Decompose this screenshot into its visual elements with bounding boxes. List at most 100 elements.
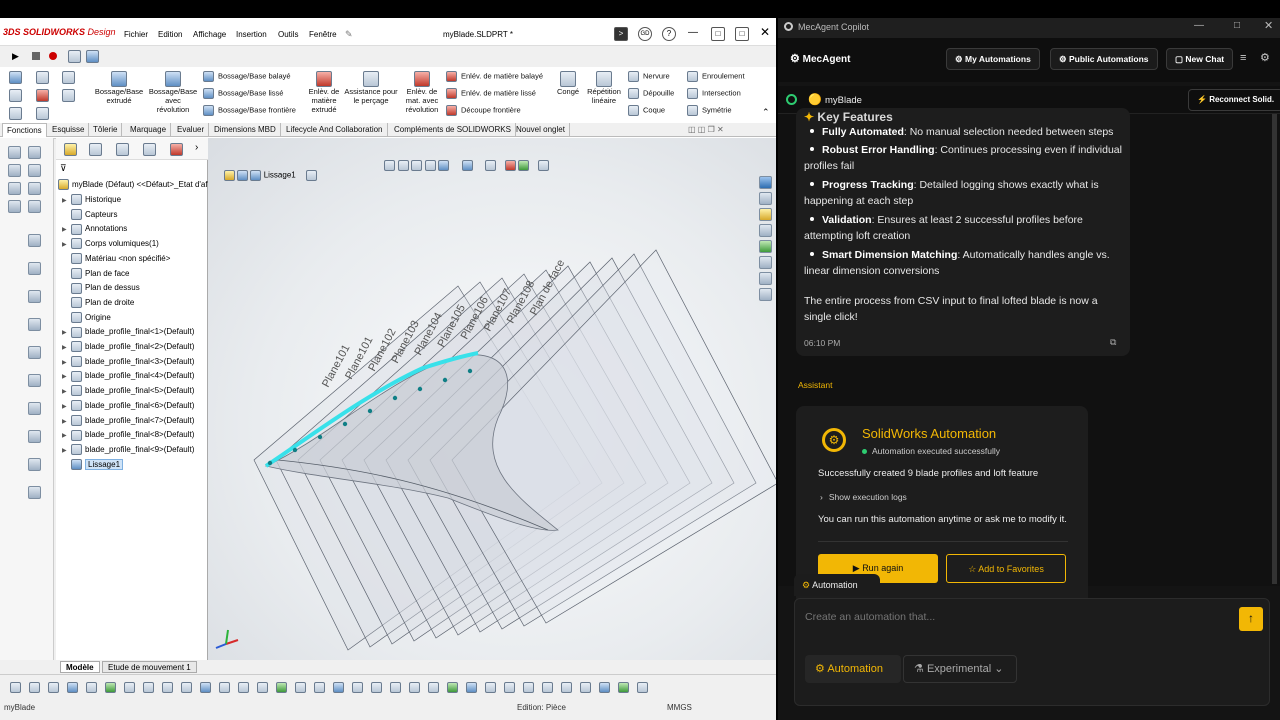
selection-filter-icon[interactable] bbox=[181, 682, 192, 693]
selection-filter-icon[interactable] bbox=[143, 682, 154, 693]
filter-icon[interactable]: ⊽ bbox=[60, 163, 67, 174]
offset-tool-icon[interactable] bbox=[28, 262, 41, 275]
reconnect-button[interactable]: ⚡ Reconnect Solid. bbox=[1188, 89, 1280, 111]
help-icon[interactable]: ? bbox=[662, 27, 676, 41]
selection-filter-icon[interactable] bbox=[124, 682, 135, 693]
dimxpert-icon[interactable] bbox=[143, 143, 156, 156]
tree-item[interactable]: Plan de face bbox=[62, 267, 129, 281]
expand-arrow-icon[interactable]: ▶ bbox=[62, 415, 71, 429]
selection-filter-icon[interactable] bbox=[561, 682, 572, 693]
tree-item[interactable]: ▶ blade_profile_final<7>(Default) bbox=[62, 414, 194, 428]
tab-tolerie[interactable]: Tôlerie bbox=[89, 123, 123, 137]
record-icon[interactable] bbox=[49, 52, 57, 60]
options-gear-icon[interactable] bbox=[36, 107, 49, 120]
macro-new-icon[interactable] bbox=[86, 50, 99, 63]
close-icon[interactable]: ✕ bbox=[760, 25, 770, 39]
selection-filter-icon[interactable] bbox=[352, 682, 363, 693]
repair-sketch-icon[interactable] bbox=[28, 458, 41, 471]
selection-filter-icon[interactable] bbox=[67, 682, 78, 693]
btn-enroulement[interactable]: Enroulement bbox=[687, 71, 745, 82]
play-icon[interactable]: ▶ bbox=[12, 51, 19, 62]
selection-filter-icon[interactable] bbox=[409, 682, 420, 693]
expand-arrow-icon[interactable]: ▶ bbox=[62, 429, 71, 443]
btn-coque[interactable]: Coque bbox=[628, 105, 665, 116]
menu-affichage[interactable]: Affichage bbox=[193, 30, 226, 39]
selection-filter-icon[interactable] bbox=[599, 682, 610, 693]
btn-bossage-frontiere[interactable]: Bossage/Base frontière bbox=[203, 105, 296, 116]
tree-root[interactable]: myBlade (Défaut) <<Défaut>_Etat d'af bbox=[58, 178, 208, 192]
tab-complements[interactable]: Compléments de SOLIDWORKS bbox=[390, 123, 516, 137]
btn-intersection[interactable]: Intersection bbox=[687, 88, 741, 99]
selection-filter-icon[interactable] bbox=[295, 682, 306, 693]
menu-insertion[interactable]: Insertion bbox=[236, 30, 267, 39]
relations-icon[interactable] bbox=[28, 430, 41, 443]
maximize-icon[interactable]: □ bbox=[735, 27, 749, 41]
expand-arrow-icon[interactable]: ▶ bbox=[62, 385, 71, 399]
selection-filter-icon[interactable] bbox=[162, 682, 173, 693]
print-icon[interactable] bbox=[9, 107, 22, 120]
btn-enlev-extrude[interactable]: Enlèv. de matière extrudé bbox=[306, 71, 342, 114]
tree-item[interactable]: ▶ blade_profile_final<6>(Default) bbox=[62, 399, 194, 413]
menu-icon[interactable]: ≡ bbox=[1240, 52, 1246, 64]
prompt-input[interactable] bbox=[805, 607, 1225, 627]
btn-bossage-revolution[interactable]: Bossage/Base avec révolution bbox=[146, 71, 200, 114]
quick-snaps-icon[interactable] bbox=[28, 486, 41, 499]
btn-assistance-percage[interactable]: Assistance pour le perçage bbox=[342, 71, 400, 105]
selection-filter-icon[interactable] bbox=[105, 682, 116, 693]
tab-marquage[interactable]: Marquage bbox=[126, 123, 172, 137]
trim-tool-icon[interactable] bbox=[28, 234, 41, 247]
expand-arrow-icon[interactable]: ▶ bbox=[62, 341, 71, 355]
btn-depouille[interactable]: Dépouille bbox=[628, 88, 674, 99]
btn-decoupe-frontiere[interactable]: Découpe frontière bbox=[446, 105, 521, 116]
slot-tool-icon[interactable] bbox=[28, 200, 41, 213]
tree-item[interactable]: ▶ blade_profile_final<9>(Default) bbox=[62, 443, 194, 457]
selection-filter-icon[interactable] bbox=[390, 682, 401, 693]
selection-filter-icon[interactable] bbox=[637, 682, 648, 693]
mirror-entities-icon[interactable] bbox=[28, 290, 41, 303]
btn-symetrie[interactable]: Symétrie bbox=[687, 105, 732, 116]
close-icon[interactable]: ✕ bbox=[1264, 19, 1273, 32]
chat-scrollbar[interactable] bbox=[1272, 114, 1277, 584]
save-icon[interactable] bbox=[36, 71, 49, 84]
tree-item[interactable]: ▶ Historique bbox=[62, 193, 121, 207]
experimental-mode-select[interactable]: ⚗ Experimental ⌄ bbox=[903, 655, 1017, 683]
window-controls-icons[interactable]: ◫ ◫ ❐ ✕ bbox=[688, 125, 724, 134]
tree-item[interactable]: Plan de dessus bbox=[62, 281, 140, 295]
tab-fonctions[interactable]: Fonctions bbox=[2, 123, 47, 137]
smart-dimension-icon[interactable] bbox=[28, 146, 41, 159]
selection-filter-icon[interactable] bbox=[466, 682, 477, 693]
tree-item[interactable]: ▶ blade_profile_final<3>(Default) bbox=[62, 355, 194, 369]
tab-etude-mouvement[interactable]: Etude de mouvement 1 bbox=[102, 661, 197, 673]
selection-filter-icon[interactable] bbox=[86, 682, 97, 693]
tree-item[interactable]: Origine bbox=[62, 311, 111, 325]
feature-manager-icon[interactable] bbox=[64, 143, 77, 156]
tree-item[interactable]: Plan de droite bbox=[62, 296, 134, 310]
brand-logo[interactable]: ⚙ MecAgent bbox=[790, 52, 850, 65]
selection-filter-icon[interactable] bbox=[276, 682, 287, 693]
configuration-manager-icon[interactable] bbox=[116, 143, 129, 156]
rectangle-tool-icon[interactable] bbox=[28, 164, 41, 177]
btn-repetition-lineaire[interactable]: Répétition linéaire bbox=[584, 71, 624, 105]
selection-filter-icon[interactable] bbox=[485, 682, 496, 693]
user-avatar[interactable]: GD bbox=[638, 27, 652, 41]
maximize-icon[interactable]: □ bbox=[1234, 20, 1240, 31]
selection-filter-icon[interactable] bbox=[371, 682, 382, 693]
selection-filter-icon[interactable] bbox=[618, 682, 629, 693]
line-tool-icon[interactable] bbox=[8, 164, 21, 177]
selection-filter-icon[interactable] bbox=[542, 682, 553, 693]
btn-bossage-extrude[interactable]: Bossage/Base extrudé bbox=[93, 71, 145, 105]
selection-filter-icon[interactable] bbox=[238, 682, 249, 693]
tree-item[interactable]: ▶ blade_profile_final<2>(Default) bbox=[62, 340, 194, 354]
expand-arrow-icon[interactable]: ▶ bbox=[62, 370, 71, 384]
home-icon[interactable] bbox=[9, 71, 22, 84]
tile-icon[interactable]: □ bbox=[711, 27, 725, 41]
undo-icon[interactable] bbox=[62, 71, 75, 84]
menu-fichier[interactable]: Fichier bbox=[124, 30, 148, 39]
tab-nouvel-onglet[interactable]: Nouvel onglet bbox=[512, 123, 570, 137]
expand-arrow-icon[interactable]: ▶ bbox=[62, 326, 71, 340]
new-doc-icon[interactable] bbox=[9, 89, 22, 102]
tree-item[interactable]: ▶ Annotations bbox=[62, 222, 127, 236]
command-search-icon[interactable]: > bbox=[614, 27, 628, 41]
selection-filter-icon[interactable] bbox=[580, 682, 591, 693]
selection-filter-icon[interactable] bbox=[333, 682, 344, 693]
